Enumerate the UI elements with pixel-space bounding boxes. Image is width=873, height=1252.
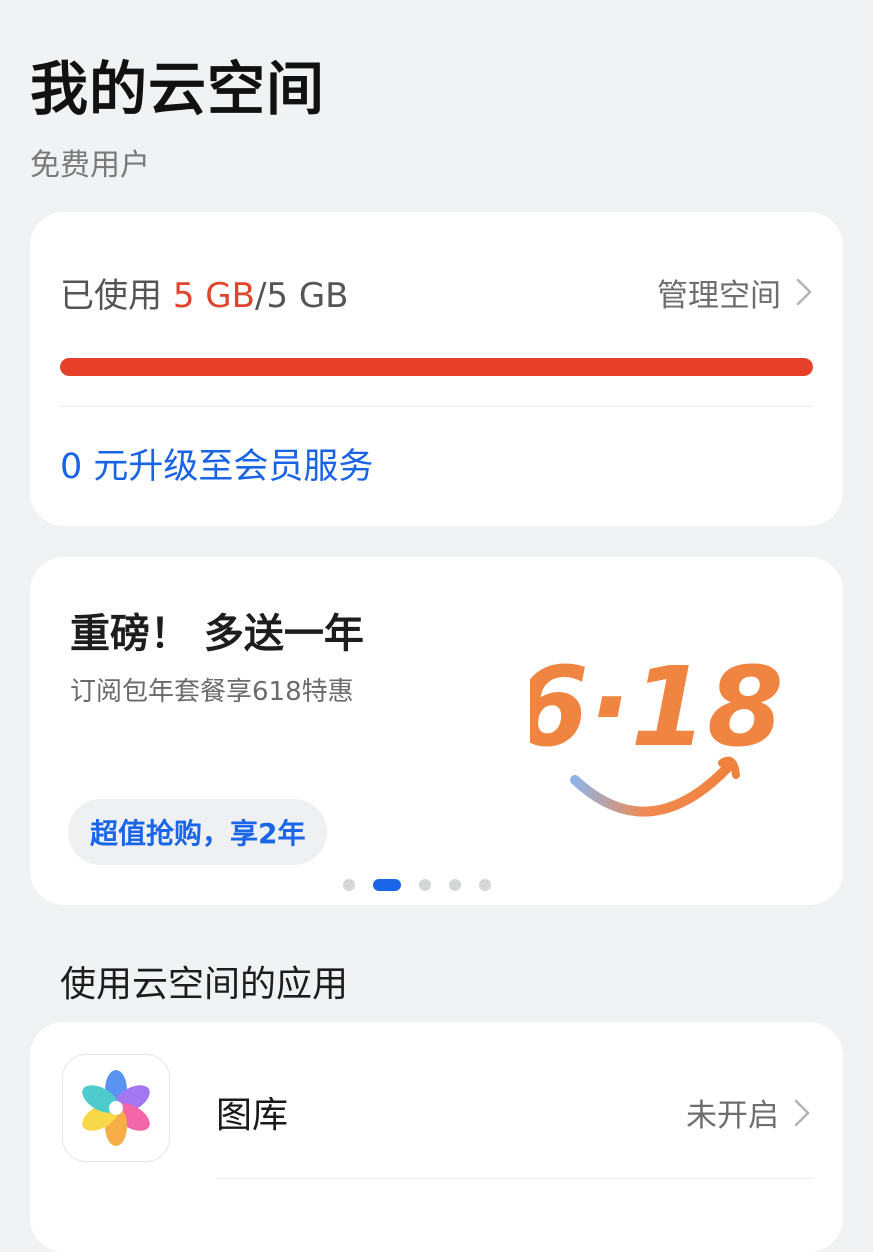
- manage-space-link[interactable]: 管理空间: [657, 270, 813, 315]
- apps-card: 图库 未开启: [30, 1022, 843, 1252]
- carousel-indicator[interactable]: [30, 879, 843, 891]
- storage-card: 已使用 5 GB/5 GB 管理空间 0 元升级至会员服务: [30, 212, 843, 526]
- promo-buy-button[interactable]: 超值抢购，享2年: [68, 799, 328, 865]
- storage-usage-text: 已使用 5 GB/5 GB: [60, 268, 349, 317]
- promo-618-logo: 6·18: [530, 643, 780, 817]
- storage-progress-bar: [60, 358, 813, 376]
- divider: [216, 1178, 813, 1179]
- chevron-right-icon: [796, 278, 812, 306]
- app-status-label: 未开启: [686, 1098, 779, 1134]
- carousel-dot[interactable]: [478, 879, 491, 891]
- gallery-flower-icon: [62, 1054, 170, 1162]
- apps-section-title: 使用云空间的应用: [60, 964, 349, 1005]
- promo-banner[interactable]: 重磅！ 多送一年 订阅包年套餐享618特惠 超值抢购，享2年 6·18: [30, 557, 843, 905]
- carousel-dot[interactable]: [372, 879, 401, 891]
- chevron-right-icon: [794, 1099, 810, 1126]
- upgrade-membership-link[interactable]: 0 元升级至会员服务: [60, 438, 373, 489]
- used-value: 5 GB: [172, 275, 255, 316]
- promo-title: 重磅！ 多送一年: [70, 611, 364, 657]
- used-label: 已使用: [60, 275, 173, 316]
- app-status: 未开启: [686, 1090, 811, 1135]
- manage-space-label: 管理空间: [657, 277, 781, 314]
- promo-graphic-text: 6·18: [530, 643, 780, 771]
- page-title: 我的云空间: [30, 55, 326, 123]
- storage-progress-fill: [60, 358, 813, 376]
- carousel-dot[interactable]: [342, 879, 355, 891]
- total-value: /5 GB: [254, 275, 349, 316]
- divider: [60, 406, 813, 407]
- carousel-dot[interactable]: [418, 879, 431, 891]
- carousel-dot[interactable]: [448, 879, 461, 891]
- account-type-label: 免费用户: [30, 148, 150, 183]
- app-row-gallery[interactable]: 图库 未开启: [30, 1052, 843, 1166]
- usage-row: 已使用 5 GB/5 GB 管理空间: [60, 268, 813, 317]
- app-name: 图库: [216, 1095, 289, 1136]
- promo-subtitle: 订阅包年套餐享618特惠: [70, 677, 354, 707]
